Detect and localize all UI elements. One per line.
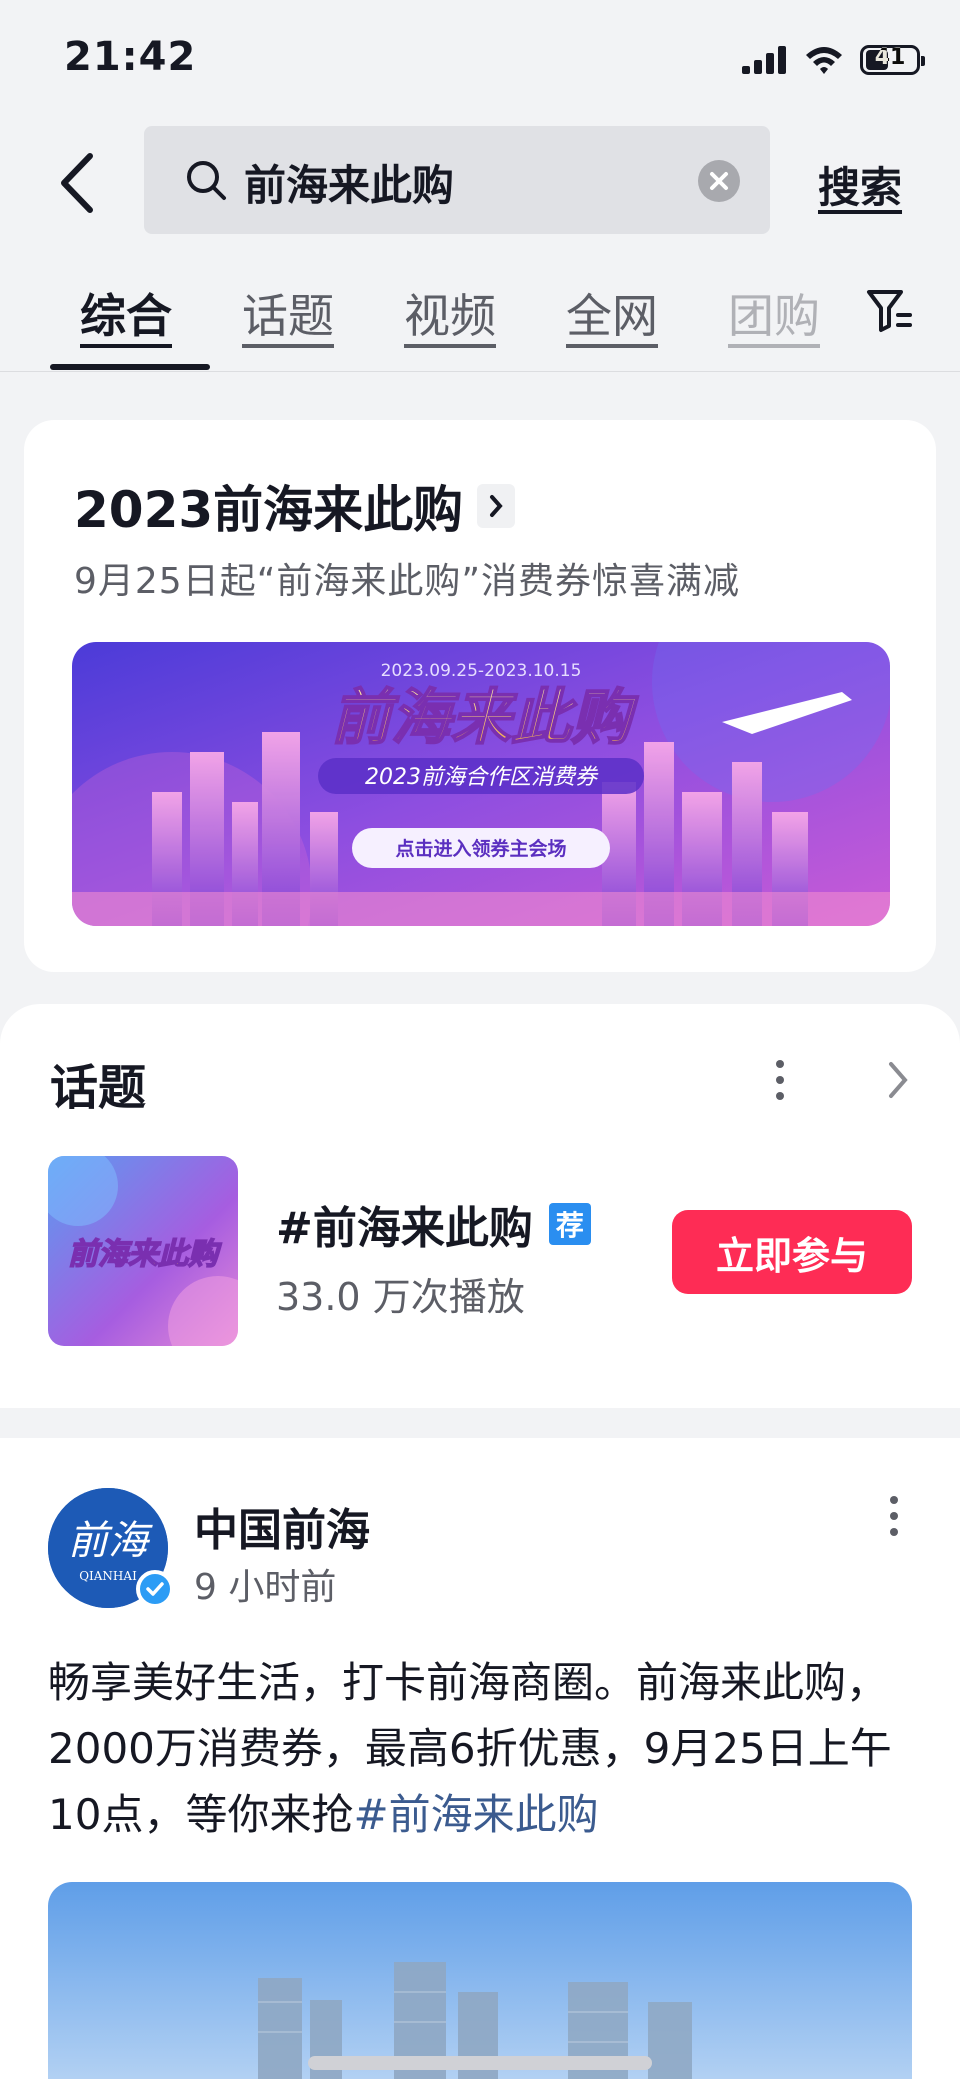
post-author[interactable]: 中国前海	[194, 1494, 370, 1558]
banner-tagline: 2023前海合作区消费券	[365, 765, 599, 790]
more-vertical-icon[interactable]	[886, 1494, 902, 1538]
search-input[interactable]: 前海来此购	[144, 126, 770, 234]
topic-thumb-text: 前海来此购	[68, 1237, 222, 1272]
chevron-right-icon	[477, 484, 516, 528]
promo-card[interactable]: 2023前海来此购 9月25日起“前海来此购”消费券惊喜满减 2023.09.2…	[24, 420, 936, 972]
status-bar: 21:42 41	[0, 0, 960, 120]
tab-bar: 综合 话题 视频 全网 团购	[0, 272, 960, 372]
join-topic-button[interactable]: 立即参与	[672, 1210, 912, 1294]
search-header: 前海来此购 搜索	[0, 120, 960, 240]
tab-group-buy[interactable]: 团购	[728, 280, 820, 346]
topic-play-count: 33.0 万次播放	[276, 1275, 525, 1319]
promo-title-row[interactable]: 2023前海来此购	[74, 470, 516, 542]
avatar-subtext: QIANHAI	[79, 1569, 137, 1583]
promo-subtitle: 9月25日起“前海来此购”消费券惊喜满减	[74, 561, 741, 602]
verified-icon	[136, 1570, 174, 1608]
topic-heading: 话题	[50, 1060, 147, 1116]
post-text: 畅享美好生活，打卡前海商圈。前海来此购，2000万消费券，最高6折优惠，9月25…	[48, 1650, 912, 1848]
avatar[interactable]: 前海 QIANHAI	[48, 1488, 174, 1608]
clear-icon[interactable]	[698, 160, 740, 202]
recommended-badge: 荐	[548, 1203, 591, 1245]
banner-headline: 前海来此购	[331, 683, 639, 753]
search-icon	[187, 161, 226, 200]
filter-icon[interactable]	[866, 288, 914, 334]
battery-icon: 41	[860, 45, 925, 75]
banner-artwork: 2023.09.25-2023.10.15 前海来此购 2023前海合作区消费券…	[72, 642, 890, 926]
post-card: 前海 QIANHAI 中国前海 9 小时前 畅享美好生活，打卡前海商圈。前海来此…	[0, 1438, 960, 2079]
tab-topics[interactable]: 话题	[242, 280, 334, 346]
post-image[interactable]	[48, 1882, 912, 2079]
promo-banner[interactable]: 2023.09.25-2023.10.15 前海来此购 2023前海合作区消费券…	[72, 642, 890, 926]
tab-indicator	[50, 364, 210, 370]
signal-icon	[742, 46, 786, 74]
post-time: 9 小时前	[194, 1567, 337, 1608]
tab-web[interactable]: 全网	[566, 280, 658, 346]
home-indicator[interactable]	[308, 2056, 652, 2070]
avatar-text: 前海	[68, 1518, 153, 1564]
status-time: 21:42	[64, 34, 197, 80]
search-query[interactable]: 前海来此购	[244, 152, 454, 213]
tab-videos[interactable]: 视频	[404, 280, 496, 346]
topic-thumbnail[interactable]: 前海来此购	[48, 1156, 238, 1346]
post-hashtag[interactable]: #前海来此购	[353, 1790, 598, 1839]
topic-section: 话题 前海来此购 #前海来此购 荐 33.0 万次播放 立即参与	[0, 1004, 960, 1408]
banner-cta[interactable]: 点击进入领券主会场	[395, 837, 566, 860]
tab-general[interactable]: 综合	[80, 280, 172, 346]
back-icon[interactable]	[50, 148, 110, 218]
promo-title: 2023前海来此购	[74, 481, 464, 539]
banner-date: 2023.09.25-2023.10.15	[381, 661, 582, 681]
wifi-icon	[806, 47, 842, 74]
battery-level: 41	[874, 45, 906, 70]
chevron-right-icon[interactable]	[886, 1060, 910, 1100]
topic-name: #前海来此购	[276, 1203, 533, 1254]
search-button[interactable]: 搜索	[818, 154, 902, 215]
topic-name-row[interactable]: #前海来此购 荐	[276, 1192, 591, 1256]
status-icons: 41	[742, 40, 925, 80]
more-vertical-icon[interactable]	[772, 1058, 788, 1102]
